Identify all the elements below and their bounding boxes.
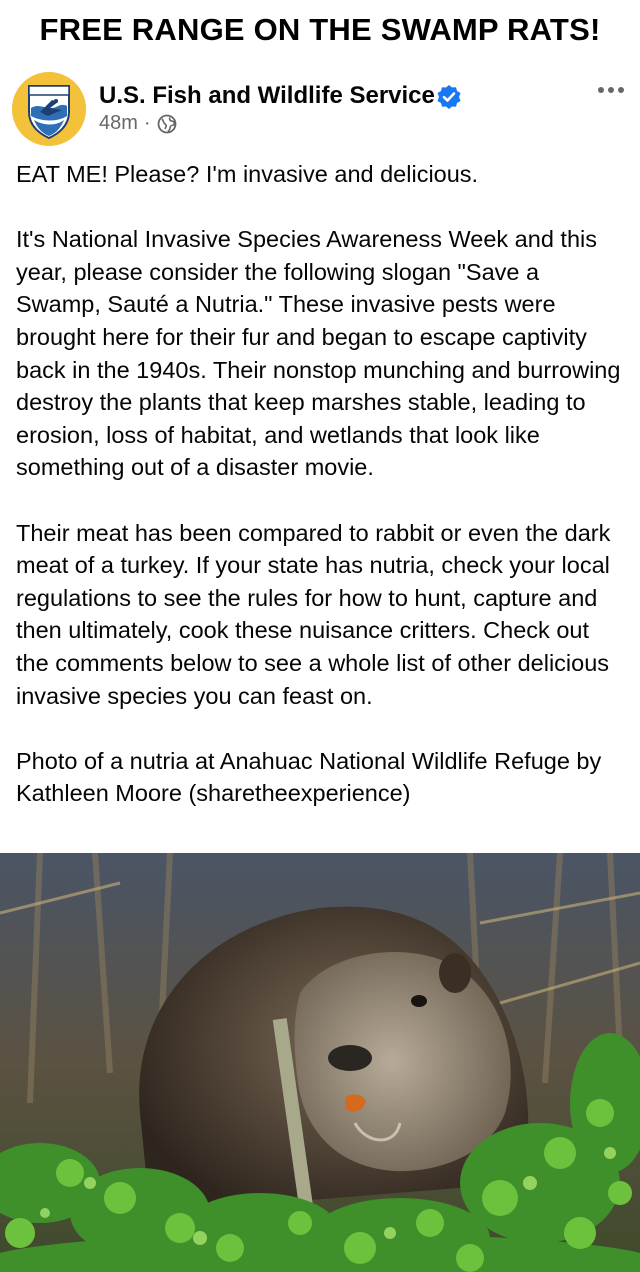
- meme-headline: FREE RANGE ON THE SWAMP RATS!: [39, 12, 601, 47]
- post-paragraph: Photo of a nutria at Anahuac National Wi…: [16, 747, 602, 807]
- post-header: U.S. Fish and Wildlife Service 48m ·: [0, 70, 640, 150]
- meta-separator: ·: [143, 112, 151, 134]
- post-paragraph: Their meat has been compared to rabbit o…: [16, 519, 611, 709]
- verified-badge-icon: [437, 85, 461, 109]
- nutria-photo[interactable]: [0, 853, 640, 1272]
- nutria-photo-image: [0, 853, 640, 1272]
- more-horizontal-icon[interactable]: [596, 84, 626, 96]
- globe-icon: [157, 114, 176, 133]
- post-paragraph: It's National Invasive Species Awareness…: [16, 226, 621, 481]
- avatar[interactable]: [12, 72, 86, 146]
- post-paragraph: EAT ME! Please? I'm invasive and delicio…: [16, 161, 479, 187]
- post-text: EAT ME! Please? I'm invasive and delicio…: [16, 158, 628, 842]
- author-name[interactable]: U.S. Fish and Wildlife Service: [99, 82, 435, 110]
- post-time[interactable]: 48m: [99, 112, 138, 135]
- usfws-logo-icon: [12, 72, 86, 146]
- post-meta: 48m ·: [99, 112, 177, 135]
